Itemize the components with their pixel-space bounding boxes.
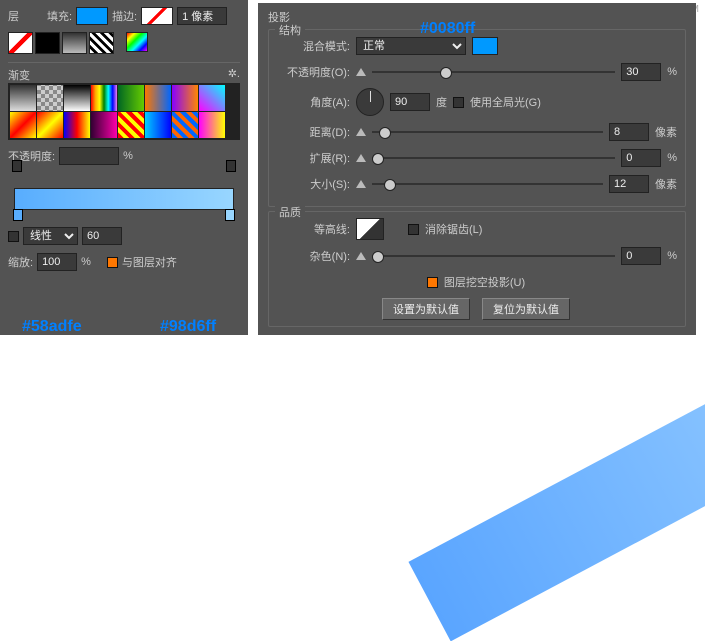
noise-label: 杂色(N): — [275, 248, 350, 264]
blend-select[interactable]: 正常 — [356, 37, 466, 55]
antialias-checkbox[interactable] — [408, 224, 419, 235]
blend-label: 混合模式: — [275, 38, 350, 54]
distance-input[interactable] — [609, 123, 649, 141]
noise-unit: % — [667, 250, 677, 262]
opacity-stop-left[interactable] — [12, 160, 22, 172]
global-light-checkbox[interactable] — [453, 97, 464, 108]
noise-slider[interactable] — [372, 255, 615, 257]
mode-none-icon[interactable] — [8, 32, 33, 54]
global-light-label: 使用全局光(G) — [470, 94, 541, 110]
angle-dial[interactable] — [356, 88, 384, 116]
structure-legend: 结构 — [275, 22, 305, 38]
scale-label: 缩放: — [8, 254, 33, 270]
set-default-button[interactable]: 设置为默认值 — [382, 298, 470, 320]
opacity-unit: % — [123, 150, 133, 162]
stroke-swatch[interactable] — [141, 7, 173, 25]
fill-label: 填充: — [47, 8, 72, 24]
annotation-color1: #0080ff — [420, 20, 475, 38]
reset-default-button[interactable]: 复位为默认值 — [482, 298, 570, 320]
mode-gradient-icon[interactable] — [62, 32, 87, 54]
scale-input[interactable] — [37, 253, 77, 271]
panel-title: 投影 — [268, 9, 686, 25]
noise-input[interactable] — [621, 247, 661, 265]
annotation-color3: #98d6ff — [160, 318, 216, 336]
gear-icon[interactable]: ✲. — [228, 67, 240, 83]
opacity-unit: % — [667, 66, 677, 78]
align-checkbox[interactable] — [107, 257, 118, 268]
gradient-section-label: 渐变 — [8, 67, 30, 83]
color-stop-left[interactable] — [13, 209, 23, 221]
mode-swatch-bar — [8, 32, 240, 54]
spread-label: 扩展(R): — [275, 150, 350, 166]
size-input[interactable] — [609, 175, 649, 193]
angle-unit: 度 — [436, 94, 447, 110]
stroke-width-input[interactable] — [177, 7, 227, 25]
dist-unit: 像素 — [655, 124, 677, 140]
link-icon — [356, 154, 366, 162]
spread-input[interactable] — [621, 149, 661, 167]
ds-opacity-input[interactable] — [621, 63, 661, 81]
angle60-input[interactable] — [82, 227, 122, 245]
diagonal-stripe — [408, 365, 705, 641]
scale-unit: % — [81, 256, 91, 268]
link-icon — [356, 128, 366, 136]
opacity-slider[interactable] — [372, 71, 615, 73]
style-checkbox[interactable] — [8, 231, 19, 242]
spread-slider[interactable] — [372, 157, 615, 159]
gradient-panel: 层 填充: 描边: 渐变 ✲. 不透明度: — [0, 0, 248, 335]
gradient-section-header: 渐变 ✲. — [8, 62, 240, 83]
spread-unit: % — [667, 152, 677, 164]
shadow-color-swatch[interactable] — [472, 37, 498, 55]
link-icon — [356, 180, 366, 188]
knockout-checkbox[interactable] — [427, 277, 438, 288]
opacity-input[interactable] — [59, 147, 119, 165]
antialias-label: 消除锯齿(L) — [425, 221, 482, 237]
link-icon — [356, 252, 366, 260]
gradient-editor-bar[interactable] — [14, 188, 234, 210]
distance-label: 距离(D): — [275, 124, 350, 140]
distance-slider[interactable] — [372, 131, 603, 133]
drop-shadow-panel: 投影 结构 混合模式: 正常 不透明度(O): % 角度(A): 度 使用全局光… — [258, 3, 696, 335]
mode-solid-icon[interactable] — [35, 32, 60, 54]
quality-group: 品质 等高线: 消除锯齿(L) 杂色(N): % 图层挖空投影(U) 设置为默认… — [268, 211, 686, 327]
angle-label: 角度(A): — [275, 94, 350, 110]
layer-suffix: 层 — [8, 8, 19, 24]
size-unit: 像素 — [655, 176, 677, 192]
structure-group: 结构 混合模式: 正常 不透明度(O): % 角度(A): 度 使用全局光(G)… — [268, 29, 686, 207]
fill-stroke-row: 层 填充: 描边: — [8, 6, 240, 26]
gradient-preset-grid[interactable] — [8, 83, 240, 140]
color-stop-right[interactable] — [225, 209, 235, 221]
angle-input[interactable] — [390, 93, 430, 111]
opacity-stop-right[interactable] — [226, 160, 236, 172]
color-picker-icon[interactable] — [126, 32, 148, 52]
mode-pattern-icon[interactable] — [89, 32, 114, 54]
contour-label: 等高线: — [275, 221, 350, 237]
fill-swatch[interactable] — [76, 7, 108, 25]
style-select[interactable]: 线性 — [23, 227, 78, 245]
size-slider[interactable] — [372, 183, 603, 185]
stroke-label: 描边: — [112, 8, 137, 24]
link-icon — [356, 68, 366, 76]
ds-opacity-label: 不透明度(O): — [275, 64, 350, 80]
contour-picker[interactable] — [356, 218, 384, 240]
knockout-label: 图层挖空投影(U) — [444, 274, 525, 290]
annotation-color2: #58adfe — [22, 318, 82, 336]
align-label: 与图层对齐 — [122, 254, 177, 270]
size-label: 大小(S): — [275, 176, 350, 192]
quality-legend: 品质 — [275, 204, 305, 220]
